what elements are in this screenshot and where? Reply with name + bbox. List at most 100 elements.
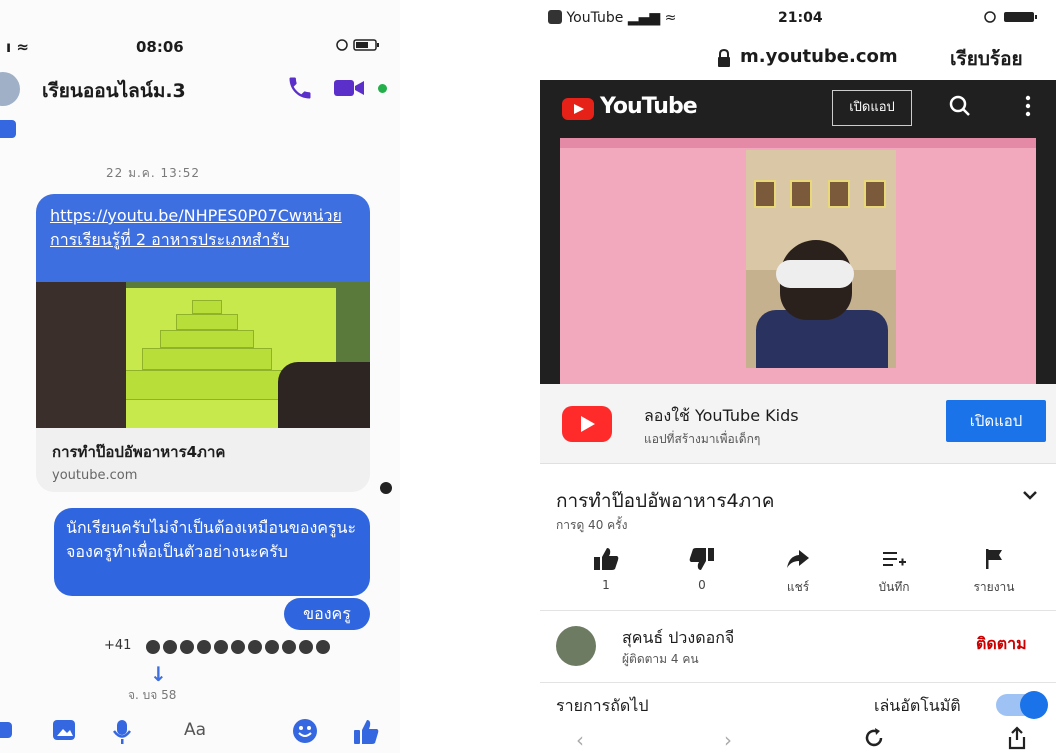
autoplay-toggle[interactable] (996, 691, 1048, 719)
kids-open-app-button[interactable]: เปิดแอป (946, 400, 1046, 442)
thumbs-up-icon (566, 544, 646, 574)
video-actions: 1 0 แชร์ บันทึก รายงาน (540, 544, 1056, 604)
link-message-text[interactable]: https://youtu.be/NHPES0P07Cwหน่วยการเรีย… (36, 194, 370, 282)
avatar (299, 640, 313, 654)
link-preview-info[interactable]: การทำป๊อปอัพอาหาร4ภาค youtube.com (36, 428, 370, 492)
message-bubble[interactable]: นักเรียนครับไม่จำเป็นต้องเหมือนของครูนะจ… (54, 508, 370, 596)
youtube-header: YouTube เปิดแอป (540, 80, 1056, 138)
phone-call-icon[interactable] (286, 74, 314, 106)
url-text[interactable]: m.youtube.com (740, 46, 898, 67)
avatar (282, 640, 296, 654)
share-button[interactable]: แชร์ (758, 544, 838, 597)
active-status-dot (378, 84, 387, 93)
reload-icon[interactable] (862, 726, 886, 753)
chevron-down-icon[interactable] (1022, 486, 1038, 505)
chat-title[interactable]: เรียนออนไลน์ม.3 (42, 76, 186, 106)
video-player[interactable] (540, 138, 1056, 384)
channel-name[interactable]: สุคนธ์ ปวงดอกจี (622, 626, 734, 651)
arrow-down-icon[interactable]: ↓ (150, 662, 167, 686)
save-button[interactable]: บันทึก (854, 544, 934, 597)
message-date: 22 ม.ค. 13:52 (106, 166, 201, 180)
like-button[interactable]: 1 (566, 544, 646, 592)
subscriber-count: ผู้ติดตาม 4 คน (622, 652, 699, 666)
wifi-icon: ı ≈ (6, 38, 29, 56)
dislike-count: 0 (698, 578, 706, 592)
group-avatar[interactable] (0, 72, 20, 106)
status-bar: ı ≈ 08:06 (0, 38, 400, 58)
browser-forward-icon[interactable]: › (724, 728, 732, 752)
message-bubble[interactable]: ของครู (284, 598, 370, 630)
video-title[interactable]: การทำป๊อปอัพอาหาร4ภาค (556, 486, 775, 516)
up-next-label: รายการถัดไป (556, 696, 649, 715)
link-preview-title: การทำป๊อปอัพอาหาร4ภาค (52, 443, 226, 461)
thumbs-up-icon (0, 112, 20, 144)
done-button[interactable]: เรียบร้อย (950, 44, 1023, 74)
emoji-icon[interactable] (292, 718, 318, 748)
kids-banner-title: ลองใช้ YouTube Kids (644, 406, 799, 425)
youtube-logo-text[interactable]: YouTube (600, 94, 698, 119)
avatar (146, 640, 160, 654)
like-count: 1 (602, 578, 610, 592)
link-preview-domain: youtube.com (52, 468, 138, 483)
chat-header: เรียนออนไลน์ม.3 (0, 68, 400, 108)
youtube-screen: YouTube ▂▄▆ ≈ 21:04 m.youtube.com เรียบร… (540, 0, 1056, 753)
up-next-row: รายการถัดไป เล่นอัตโนมัติ (540, 691, 1056, 720)
video-call-icon[interactable] (334, 78, 366, 102)
thumbs-down-icon (662, 544, 742, 574)
camera-icon[interactable] (0, 718, 16, 746)
back-app-label: YouTube (566, 10, 624, 26)
video-image (746, 150, 896, 368)
avatar (265, 640, 279, 654)
message-composer: Aa (0, 712, 400, 753)
share-sheet-icon[interactable] (1006, 726, 1028, 753)
youtube-logo-icon[interactable] (562, 98, 594, 120)
toggle-knob (1020, 691, 1048, 719)
battery-icon (984, 10, 1044, 28)
message-input[interactable]: Aa (184, 720, 206, 740)
open-app-button[interactable]: เปิดแอป (832, 90, 912, 126)
save-playlist-icon (854, 544, 934, 574)
search-icon[interactable] (948, 94, 972, 122)
status-time: 21:04 (778, 10, 823, 26)
link-thumbnail[interactable] (36, 282, 370, 428)
browser-toolbar: ‹ › (540, 724, 1056, 753)
avatar (316, 640, 330, 654)
back-to-app[interactable]: YouTube ▂▄▆ ≈ (548, 10, 676, 26)
message-timestamp: จ. บจ 58 (128, 688, 177, 702)
view-count: การดู 40 ครั้ง (556, 518, 628, 532)
kids-banner-subtitle: แอปที่สร้างมาเพื่อเด็กๆ (644, 432, 761, 446)
hand-image (36, 282, 126, 428)
youtube-kids-icon (562, 406, 612, 442)
battery-icon (336, 38, 382, 56)
avatar (180, 640, 194, 654)
avatar (163, 640, 177, 654)
report-label: รายงาน (973, 580, 1015, 594)
messenger-screen: ı ≈ 08:06 เรียนออนไลน์ม.3 22 ม.ค. 13:52 … (0, 0, 400, 753)
image-icon[interactable] (52, 718, 78, 746)
save-label: บันทึก (878, 580, 910, 594)
microphone-icon[interactable] (110, 718, 134, 750)
seen-avatars[interactable] (146, 640, 330, 654)
youtube-kids-banner: ลองใช้ YouTube Kids แอปที่สร้างมาเพื่อเด… (540, 384, 1056, 464)
avatar (197, 640, 211, 654)
share-icon (758, 544, 838, 574)
seen-indicator (380, 482, 392, 494)
avatar (231, 640, 245, 654)
thumbs-up-icon[interactable] (352, 718, 380, 750)
link-preview-card[interactable]: https://youtu.be/NHPES0P07Cwหน่วยการเรีย… (36, 194, 370, 492)
avatar (214, 640, 228, 654)
seen-count: +41 (104, 638, 132, 653)
lock-icon (716, 48, 732, 72)
channel-avatar[interactable] (556, 626, 596, 666)
browser-url-bar: m.youtube.com เรียบร้อย (540, 40, 1056, 74)
back-app-icon (548, 10, 562, 24)
dislike-button[interactable]: 0 (662, 544, 742, 592)
status-bar: YouTube ▂▄▆ ≈ 21:04 (540, 8, 1056, 30)
browser-back-icon[interactable]: ‹ (576, 728, 584, 752)
more-vert-icon[interactable] (1024, 94, 1032, 122)
avatar (248, 640, 262, 654)
subscribe-button[interactable]: ติดตาม (976, 632, 1027, 657)
channel-row[interactable]: สุคนธ์ ปวงดอกจี ผู้ติดตาม 4 คน ติดตาม (540, 622, 1056, 678)
report-button[interactable]: รายงาน (954, 544, 1034, 597)
signal-icon: ▂▄▆ ≈ (627, 10, 677, 26)
